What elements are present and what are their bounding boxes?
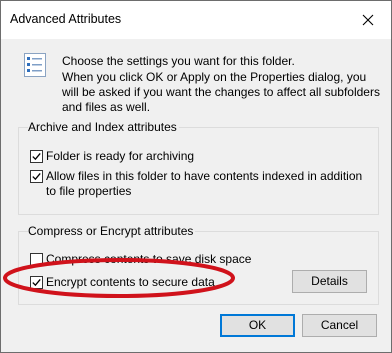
- ok-button[interactable]: OK: [220, 314, 295, 337]
- index-contents-checkbox[interactable]: [30, 170, 43, 183]
- highlight-ellipse: [3, 258, 235, 298]
- close-icon: [362, 14, 374, 26]
- settings-list-icon: [23, 53, 47, 77]
- archive-ready-label: Folder is ready for archiving: [46, 149, 195, 163]
- info-heading: Choose the settings you want for this fo…: [62, 54, 295, 68]
- cancel-button[interactable]: Cancel: [302, 314, 377, 337]
- archive-ready-checkbox[interactable]: [30, 150, 43, 163]
- details-button[interactable]: Details: [292, 270, 367, 293]
- checkmark-icon: [32, 152, 41, 161]
- advanced-attributes-dialog: Advanced Attributes Choose the settings …: [0, 0, 392, 353]
- compress-group-label: Compress or Encrypt attributes: [28, 224, 196, 238]
- title-bar[interactable]: Advanced Attributes: [1, 1, 391, 39]
- checkmark-icon: [32, 172, 41, 181]
- close-button[interactable]: [345, 1, 391, 39]
- archive-group-label: Archive and Index attributes: [28, 120, 179, 134]
- info-description: When you click OK or Apply on the Proper…: [62, 70, 380, 114]
- window-title: Advanced Attributes: [10, 12, 122, 26]
- index-contents-label: Allow files in this folder to have conte…: [46, 169, 363, 198]
